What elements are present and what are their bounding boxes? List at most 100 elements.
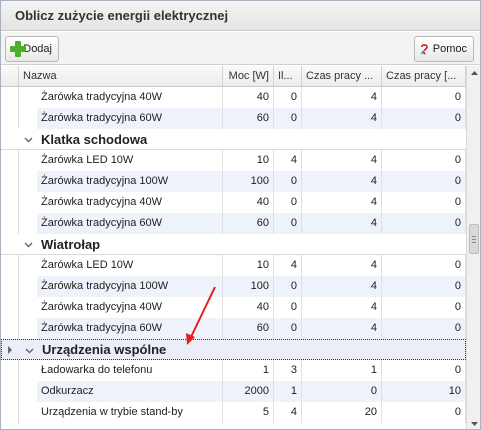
row-indicator-cell[interactable] [1,192,19,213]
cell-name[interactable]: Żarówka tradycyjna 40W [37,297,223,318]
cell-moc[interactable]: 60 [223,213,274,234]
table-row[interactable]: Urządzenia w trybie stand-by 5 4 20 0 [1,402,466,423]
cell-czas1[interactable]: 0 [302,381,382,402]
cell-moc[interactable]: 2000 [223,381,274,402]
scroll-thumb[interactable] [469,224,479,254]
cell-czas2[interactable]: 0 [382,108,466,129]
cell-czas1[interactable]: 4 [302,255,382,276]
table-row[interactable]: Żarówka LED 10W 10 4 4 0 [1,150,466,171]
row-indicator-cell[interactable] [1,213,19,234]
cell-czas2[interactable]: 0 [382,87,466,108]
cell-moc[interactable]: 100 [223,171,274,192]
cell-ilosc[interactable]: 0 [274,87,302,108]
cell-name[interactable]: Żarówka tradycyjna 40W [37,87,223,108]
cell-czas1[interactable]: 20 [302,402,382,423]
column-header-name[interactable]: Nazwa [19,66,223,87]
cell-name[interactable]: Żarówka tradycyjna 100W [37,276,223,297]
table-row[interactable]: Żarówka tradycyjna 100W 100 0 4 0 [1,171,466,192]
cell-czas2[interactable]: 0 [382,255,466,276]
vertical-scrollbar[interactable] [466,66,480,429]
row-indicator-cell[interactable] [1,381,19,402]
cell-ilosc[interactable]: 0 [274,318,302,339]
cell-name[interactable]: Żarówka LED 10W [37,150,223,171]
cell-name[interactable]: Ładowarka do telefonu [37,360,223,381]
cell-name[interactable]: Żarówka LED 10W [37,255,223,276]
table-row[interactable]: Żarówka tradycyjna 40W 40 0 4 0 [1,192,466,213]
cell-moc[interactable]: 10 [223,150,274,171]
cell-czas2[interactable]: 0 [382,318,466,339]
row-indicator-cell[interactable] [1,402,19,423]
table-row[interactable]: Żarówka LED 10W 10 4 4 0 [1,255,466,276]
cell-czas2[interactable]: 0 [382,150,466,171]
column-header-moc[interactable]: Moc [W] [223,66,274,87]
cell-name[interactable]: Żarówka tradycyjna 100W [37,171,223,192]
row-indicator-cell[interactable] [1,150,19,171]
chevron-down-icon[interactable] [23,239,34,250]
table-row[interactable]: Żarówka tradycyjna 40W 40 0 4 0 [1,297,466,318]
cell-ilosc[interactable]: 0 [274,171,302,192]
row-indicator-cell[interactable] [1,297,19,318]
cell-czas1[interactable]: 4 [302,318,382,339]
group-row[interactable]: Urządzenia wspólne [1,339,466,360]
cell-ilosc[interactable]: 4 [274,402,302,423]
table-row[interactable]: Odkurzacz 2000 1 0 10 [1,381,466,402]
cell-czas2[interactable]: 0 [382,171,466,192]
add-button[interactable]: Dodaj [5,36,59,62]
cell-ilosc[interactable]: 0 [274,297,302,318]
cell-czas1[interactable]: 4 [302,87,382,108]
cell-czas1[interactable]: 1 [302,360,382,381]
cell-czas2[interactable]: 0 [382,192,466,213]
cell-name[interactable]: Żarówka tradycyjna 60W [37,213,223,234]
row-indicator-cell[interactable] [1,255,19,276]
cell-ilosc[interactable]: 0 [274,276,302,297]
chevron-down-icon[interactable] [23,134,34,145]
cell-ilosc[interactable]: 0 [274,192,302,213]
row-indicator-cell[interactable] [1,171,19,192]
cell-czas2[interactable]: 0 [382,213,466,234]
cell-czas1[interactable]: 4 [302,108,382,129]
cell-moc[interactable]: 60 [223,318,274,339]
cell-czas2[interactable]: 0 [382,276,466,297]
cell-ilosc[interactable]: 3 [274,360,302,381]
column-header-czas2[interactable]: Czas pracy [... [382,66,466,87]
cell-czas2[interactable]: 0 [382,402,466,423]
table-row[interactable]: Żarówka tradycyjna 100W 100 0 4 0 [1,276,466,297]
cell-ilosc[interactable]: 0 [274,108,302,129]
cell-ilosc[interactable]: 4 [274,255,302,276]
table-row[interactable]: Żarówka tradycyjna 40W 40 0 4 0 [1,87,466,108]
row-indicator-cell[interactable] [1,108,19,129]
cell-czas1[interactable]: 4 [302,192,382,213]
table-row[interactable]: Żarówka tradycyjna 60W 60 0 4 0 [1,318,466,339]
cell-moc[interactable]: 40 [223,192,274,213]
help-button[interactable]: Pomoc [414,36,474,62]
cell-ilosc[interactable]: 4 [274,150,302,171]
scroll-up-button[interactable] [467,66,480,80]
cell-name[interactable]: Żarówka tradycyjna 60W [37,318,223,339]
scroll-down-button[interactable] [467,417,480,429]
cell-czas2[interactable]: 10 [382,381,466,402]
row-indicator-cell[interactable] [1,87,19,108]
column-header-ilosc[interactable]: Il... [274,66,302,87]
table-row[interactable]: Ładowarka do telefonu 1 3 1 0 [1,360,466,381]
cell-moc[interactable]: 40 [223,297,274,318]
cell-moc[interactable]: 60 [223,108,274,129]
cell-moc[interactable]: 10 [223,255,274,276]
cell-czas1[interactable]: 4 [302,150,382,171]
group-row[interactable]: Wiatrołap [1,234,466,255]
cell-czas1[interactable]: 4 [302,297,382,318]
cell-moc[interactable]: 100 [223,276,274,297]
column-header-czas1[interactable]: Czas pracy ... [302,66,382,87]
table-row[interactable]: Żarówka tradycyjna 60W 60 0 4 0 [1,213,466,234]
group-row[interactable]: Klatka schodowa [1,129,466,150]
cell-czas2[interactable]: 0 [382,297,466,318]
cell-name[interactable]: Odkurzacz [37,381,223,402]
cell-name[interactable]: Urządzenia w trybie stand-by [37,402,223,423]
table-row[interactable]: Żarówka tradycyjna 60W 60 0 4 0 [1,108,466,129]
cell-moc[interactable]: 5 [223,402,274,423]
row-indicator-cell[interactable] [1,360,19,381]
cell-moc[interactable]: 40 [223,87,274,108]
cell-ilosc[interactable]: 1 [274,381,302,402]
cell-czas1[interactable]: 4 [302,171,382,192]
row-indicator-cell[interactable] [1,318,19,339]
cell-czas1[interactable]: 4 [302,213,382,234]
